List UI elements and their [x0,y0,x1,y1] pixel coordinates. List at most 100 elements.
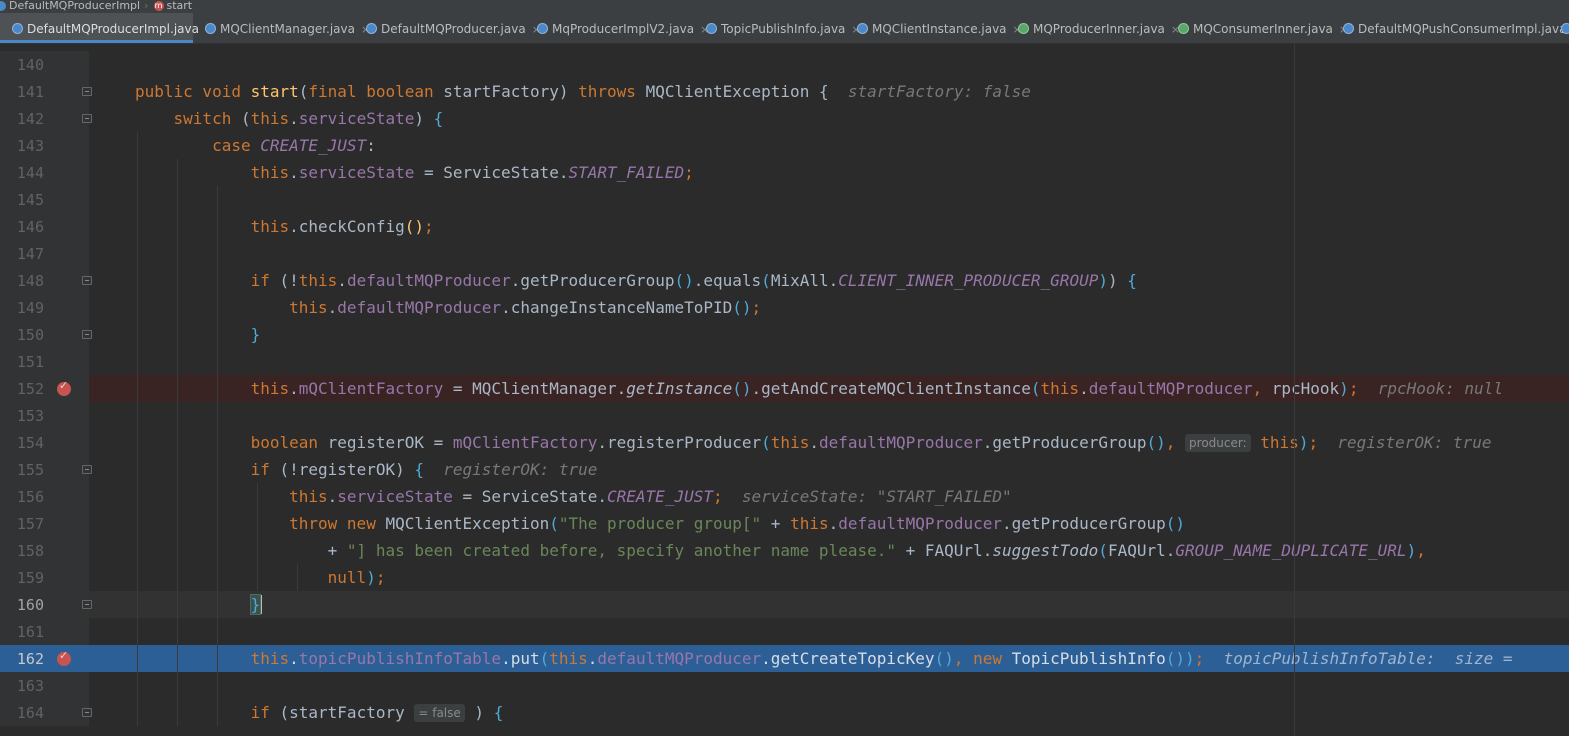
tab-mqproducerinner[interactable]: MQProducerInner.java × [1018,13,1180,43]
indent-guide [137,132,138,726]
line-number: 157 [16,515,44,533]
tab-mqclientmanager[interactable]: MQClientManager.java× [205,13,370,43]
code-line-execution-point[interactable]: 162 this.topicPublishInfoTable.put(this.… [0,645,1569,672]
code-line[interactable]: 148 if (!this.defaultMQProducer.getProdu… [0,267,1569,294]
code-line[interactable]: 147 [0,240,1569,267]
fold-icon[interactable] [82,330,92,339]
breadcrumb-class[interactable]: DefaultMQProducerImpl [0,0,140,12]
line-number: 148 [16,272,44,290]
interface-icon [1178,23,1189,34]
line-number: 164 [16,704,44,722]
code-editor[interactable]: 140 141 public void start(final boolean s… [0,44,1569,736]
method-icon: m [153,1,164,11]
line-number: 154 [16,434,44,452]
breakpoint-icon[interactable] [57,379,71,396]
indent-guide [217,186,218,726]
line-number: 161 [16,623,44,641]
tab-mqconsumerinner[interactable]: MQConsumerInner.java× [1178,13,1348,43]
tab-defaultmqpushconsumerimpl[interactable]: DefaultMQPushConsumerImpl.java× [1343,13,1569,43]
tab-mqclientinstance[interactable]: MQClientInstance.java× [857,13,1022,43]
code-line[interactable]: 146 this.checkConfig(); [0,213,1569,240]
debug-inline-value: rpcHook: null [1377,379,1503,398]
code-line[interactable]: 145 [0,186,1569,213]
code-text: this.topicPublishInfoTable.put(this.defa… [250,649,1523,668]
code-line[interactable]: 144 this.serviceState = ServiceState.STA… [0,159,1569,186]
code-line[interactable]: 161 [0,618,1569,645]
debug-inline-value: startFactory: false [847,82,1031,101]
breadcrumb: DefaultMQProducerImpl › m start [0,0,1569,13]
fold-icon[interactable] [82,465,92,474]
code-line[interactable]: 140 [0,51,1569,78]
code-line[interactable]: 163 [0,672,1569,699]
code-line[interactable]: 151 [0,348,1569,375]
code-line[interactable]: 158 + "] has been created before, specif… [0,537,1569,564]
code-line[interactable]: 155 if (!registerOK) { registerOK: true [0,456,1569,483]
code-text: } [249,594,263,615]
code-line-breakpoint[interactable]: 152 this.mQClientFactory = MQClientManag… [0,375,1569,402]
code-line[interactable]: 156 this.serviceState = ServiceState.CRE… [0,483,1569,510]
line-number: 158 [16,542,44,560]
parameter-hint: = false [414,704,465,722]
indent-guide [297,564,298,591]
class-icon [1343,23,1354,34]
code-line[interactable]: 141 public void start(final boolean start… [0,78,1569,105]
code-line[interactable]: 143 case CREATE_JUST: [0,132,1569,159]
class-icon [205,23,216,34]
code-text: if (!this.defaultMQProducer.getProducerG… [250,271,1137,290]
line-number: 146 [16,218,44,236]
code-line[interactable]: 142 switch (this.serviceState) { [0,105,1569,132]
code-text: this.serviceState = ServiceState.START_F… [250,163,694,182]
editor-tab-bar: DefaultMQProducerImpl.java× MQClientMana… [0,13,1569,44]
code-text: case CREATE_JUST: [212,136,376,155]
fold-icon[interactable] [82,600,92,609]
code-text: if (!registerOK) { registerOK: true [250,460,598,479]
fold-icon[interactable] [82,708,92,717]
interface-icon [1018,23,1029,34]
chevron-right-icon: › [144,0,149,12]
line-number: 149 [16,299,44,317]
class-icon [0,1,6,11]
line-number: 144 [16,164,44,182]
class-icon [366,23,377,34]
parameter-hint: producer: [1185,434,1251,452]
code-line[interactable]: 164 if (startFactory = false ) { [0,699,1569,726]
code-text: throw new MQClientException("The produce… [289,514,1186,533]
code-text: switch (this.serviceState) { [173,109,444,128]
debug-inline-value: serviceState: "START_FAILED" [741,487,1012,506]
line-number: 162 [16,650,44,668]
tab-defaultmqproducerimpl[interactable]: DefaultMQProducerImpl.java× [0,13,214,43]
code-line[interactable]: 153 [0,402,1569,429]
code-text: } [250,325,261,344]
breakpoint-icon[interactable] [57,649,71,666]
line-number: 143 [16,137,44,155]
fold-icon[interactable] [82,114,92,123]
code-text: this.serviceState = ServiceState.CREATE_… [289,487,1012,506]
line-number: 141 [16,83,44,101]
line-number: 155 [16,461,44,479]
code-text: null); [327,568,386,587]
line-number: 156 [16,488,44,506]
code-line[interactable]: 154 boolean registerOK = mQClientFactory… [0,429,1569,456]
fold-icon[interactable] [82,276,92,285]
code-line[interactable]: 149 this.defaultMQProducer.changeInstanc… [0,294,1569,321]
tab-mqproducerimplv2[interactable]: MqProducerImplV2.java × [537,13,709,43]
indent-guide [177,159,178,726]
debug-inline-value: topicPublishInfoTable: size = [1223,649,1523,668]
code-line[interactable]: 157 throw new MQClientException("The pro… [0,510,1569,537]
tab-overflow[interactable] [1561,13,1569,43]
code-text: this.mQClientFactory = MQClientManager.g… [250,379,1503,398]
fold-icon[interactable] [82,87,92,96]
code-line-current[interactable]: 160 } [0,591,1569,618]
breadcrumb-method[interactable]: m start [153,0,192,12]
line-number: 145 [16,191,44,209]
tab-defaultmqproducer[interactable]: DefaultMQProducer.java× [366,13,541,43]
tab-topicpublishinfo[interactable]: TopicPublishInfo.java × [706,13,861,43]
code-text: + "] has been created before, specify an… [135,541,1426,560]
code-line[interactable]: 159 null); [0,564,1569,591]
line-number: 140 [16,56,44,74]
code-text: public void start(final boolean startFac… [135,82,1031,101]
code-line[interactable]: 150 } [0,321,1569,348]
line-number: 142 [16,110,44,128]
line-number: 150 [16,326,44,344]
code-text: this.defaultMQProducer.changeInstanceNam… [289,298,762,317]
